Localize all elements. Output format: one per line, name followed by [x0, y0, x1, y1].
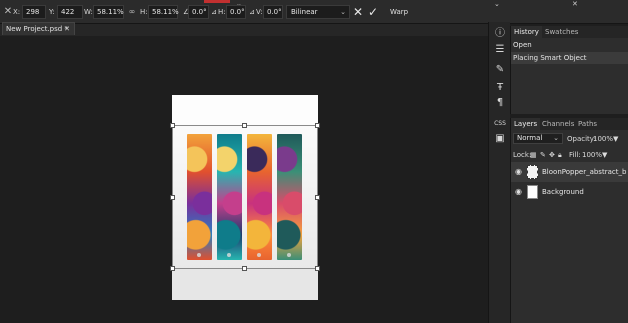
history-item[interactable]: Placing Smart Object [511, 52, 628, 64]
css-icon[interactable]: CSS [494, 118, 506, 130]
chevron-down-icon[interactable]: ▼ [602, 149, 612, 161]
transform-handle-bottom-left[interactable] [170, 266, 175, 271]
lock-pixels-icon[interactable]: ✎ [540, 149, 549, 161]
x-position-field[interactable]: 298 px [22, 5, 46, 28]
skew-h-label: H: [218, 8, 226, 16]
type-icon[interactable]: Ŧ [494, 82, 506, 94]
tab-swatches[interactable]: Swatches [542, 26, 581, 38]
skew-v-label: V: [256, 8, 263, 16]
paragraph-icon[interactable]: ¶ [494, 97, 506, 109]
canvas-bottom-area [172, 268, 318, 300]
y-position-field[interactable]: 422 px [57, 5, 83, 28]
fill-label: Fill: [569, 151, 581, 159]
fill-value[interactable]: 100% [582, 149, 602, 161]
chevron-down-icon: ⌄ [553, 134, 559, 142]
lock-label: Lock: [513, 151, 532, 159]
transform-handle-top-right[interactable] [315, 123, 320, 128]
adjust-icon[interactable]: ☰ [494, 44, 506, 56]
lock-transparency-icon[interactable]: ▦ [530, 149, 539, 161]
image-icon[interactable]: ▣ [494, 133, 506, 145]
tab-layers[interactable]: Layers [511, 118, 541, 130]
transform-options-bar: ⌄ ⌄ ✕ ✕ X: 298 px Y: 422 px W: 58.11% ∞ … [0, 0, 628, 28]
lock-position-icon[interactable]: ✥ [549, 149, 558, 161]
opacity-value[interactable]: 100% [593, 133, 613, 145]
w-label: W: [84, 8, 93, 16]
link-icon[interactable]: ∞ [126, 6, 138, 18]
transform-bounding-box[interactable] [172, 125, 318, 269]
layer-name: BloonPopper_abstract_b [542, 168, 627, 176]
eye-icon[interactable]: ◉ [515, 188, 522, 196]
tab-history[interactable]: History [511, 26, 542, 38]
photo-editor-window: ⌄ ⌄ ✕ ✕ X: 298 px Y: 422 px W: 58.11% ∞ … [0, 0, 628, 323]
blend-mode-select[interactable]: Normal ⌄ [513, 133, 563, 144]
layer-row[interactable]: ◉ Background [511, 182, 628, 202]
layer-thumbnail [527, 185, 538, 199]
eye-icon[interactable]: ◉ [515, 168, 522, 176]
interpolation-select[interactable]: Bilinear ⌄ [286, 5, 350, 19]
height-field[interactable]: 58.11% [148, 5, 179, 19]
warp-button[interactable]: Warp [390, 5, 408, 19]
tab-channels[interactable]: Channels [539, 118, 577, 130]
layer-thumbnail [527, 165, 538, 179]
history-panel: History Swatches Open Placing Smart Obje… [510, 26, 628, 114]
accent-bar [204, 0, 230, 3]
transform-handle-top-left[interactable] [170, 123, 175, 128]
chevron-down-icon[interactable]: ▼ [613, 133, 623, 145]
close-icon[interactable]: ✕ [572, 0, 578, 8]
skew-v-field[interactable]: 0.0° [263, 5, 283, 19]
h-label: H: [140, 8, 148, 16]
transform-handle-top[interactable] [242, 123, 247, 128]
x-label: X: [13, 8, 21, 16]
panel-tools-column: ⓘ ☰ ✎ Ŧ ¶ CSS ▣ [488, 22, 510, 323]
info-icon[interactable]: ⓘ [494, 28, 506, 40]
transform-handle-bottom-right[interactable] [315, 266, 320, 271]
commit-transform-button[interactable]: ✓ [368, 4, 378, 20]
interpolation-value: Bilinear [291, 8, 318, 16]
layers-panel: Layers Channels Paths Normal ⌄ Opacity: … [510, 118, 628, 323]
chevron-down-icon: ⌄ [340, 8, 346, 16]
transform-handle-bottom[interactable] [242, 266, 247, 271]
lock-all-icon[interactable]: 🔒︎ [558, 149, 567, 161]
cancel-transform-button[interactable]: ✕ [353, 4, 363, 20]
history-panel-tabs: History Swatches [511, 26, 628, 38]
skew-v-icon: ⊿ [249, 8, 255, 16]
transform-handle-left[interactable] [170, 195, 175, 200]
rotate-field[interactable]: 0.0° [188, 5, 209, 19]
brush-icon[interactable]: ✎ [494, 64, 506, 76]
history-item[interactable]: Open [511, 39, 628, 51]
width-field[interactable]: 58.11% [93, 5, 124, 19]
skew-h-field[interactable]: 0.0° [226, 5, 246, 19]
skew-h-icon: ⊿ [211, 8, 217, 16]
blend-mode-value: Normal [517, 134, 543, 142]
layers-panel-tabs: Layers Channels Paths [511, 118, 628, 130]
tab-paths[interactable]: Paths [575, 118, 600, 130]
close-icon[interactable]: ✕ [64, 24, 70, 35]
transform-handle-right[interactable] [315, 195, 320, 200]
y-label: Y: [49, 8, 55, 16]
layer-name: Background [542, 188, 584, 196]
layer-row[interactable]: ◉ BloonPopper_abstract_b [511, 162, 628, 182]
document-tab[interactable]: New Project.psd * ✕ [2, 22, 75, 35]
chevron-icon[interactable]: ⌄ [494, 0, 500, 8]
document-tab-label: New Project.psd * [6, 25, 68, 33]
